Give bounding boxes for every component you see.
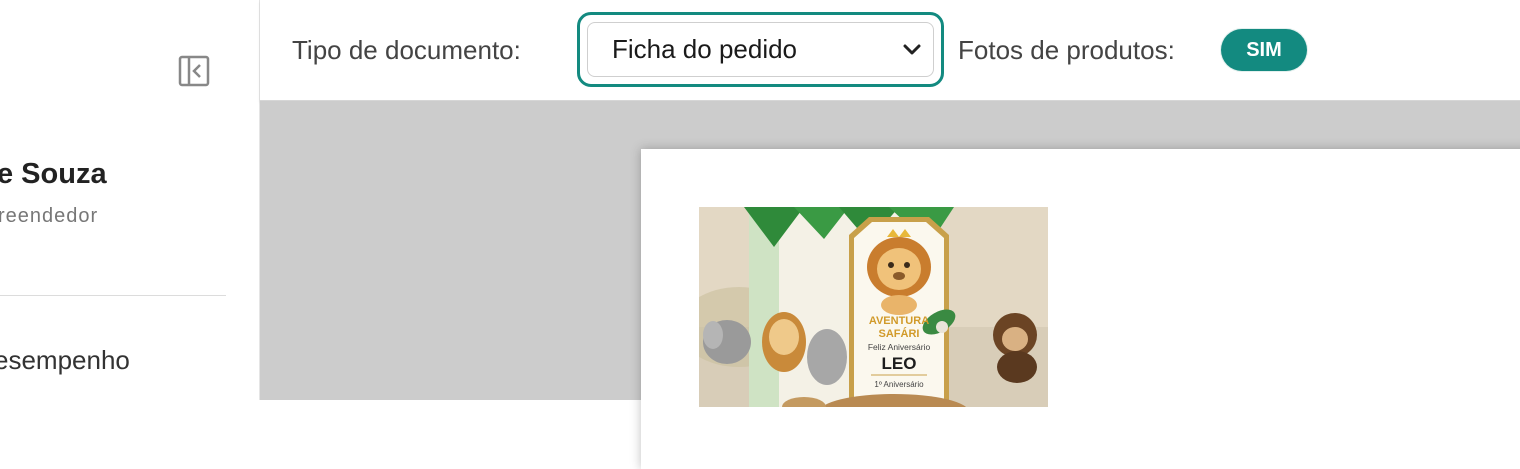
document-type-value: Ficha do pedido bbox=[612, 34, 798, 64]
sidebar-divider bbox=[0, 295, 226, 296]
user-role: reendedor bbox=[0, 205, 99, 227]
product-photos-label: Fotos de produtos: bbox=[958, 35, 1175, 65]
sidebar-collapse-button[interactable] bbox=[178, 55, 210, 87]
tag-line2: SAFÁRI bbox=[879, 327, 920, 340]
tag-line4: 1º Aniversário bbox=[874, 380, 924, 389]
product-photo: AVENTURA SAFÁRI Feliz Aniversário LEO 1º… bbox=[699, 207, 1048, 407]
sidebar-collapse-icon bbox=[178, 55, 210, 87]
tag-line3: Feliz Aniversário bbox=[868, 342, 931, 352]
sidebar: e Souza reendedor esempenho bbox=[0, 0, 260, 400]
tag-line1: AVENTURA bbox=[869, 315, 929, 327]
sidebar-item-desempenho[interactable]: esempenho bbox=[0, 345, 130, 376]
document-page: AVENTURA SAFÁRI Feliz Aniversário LEO 1º… bbox=[641, 149, 1520, 469]
chevron-down-icon bbox=[903, 44, 921, 56]
document-type-label: Tipo de documento: bbox=[292, 35, 521, 65]
document-type-select[interactable]: Ficha do pedido bbox=[587, 22, 934, 77]
document-type-select-focus-ring: Ficha do pedido bbox=[577, 12, 944, 87]
product-photos-toggle[interactable]: SIM bbox=[1221, 29, 1307, 71]
tag-name: LEO bbox=[882, 354, 917, 373]
user-name: e Souza bbox=[0, 158, 107, 190]
document-preview-area: AVENTURA SAFÁRI Feliz Aniversário LEO 1º… bbox=[260, 101, 1520, 469]
document-toolbar: Tipo de documento: Ficha do pedido Fotos… bbox=[260, 0, 1520, 101]
